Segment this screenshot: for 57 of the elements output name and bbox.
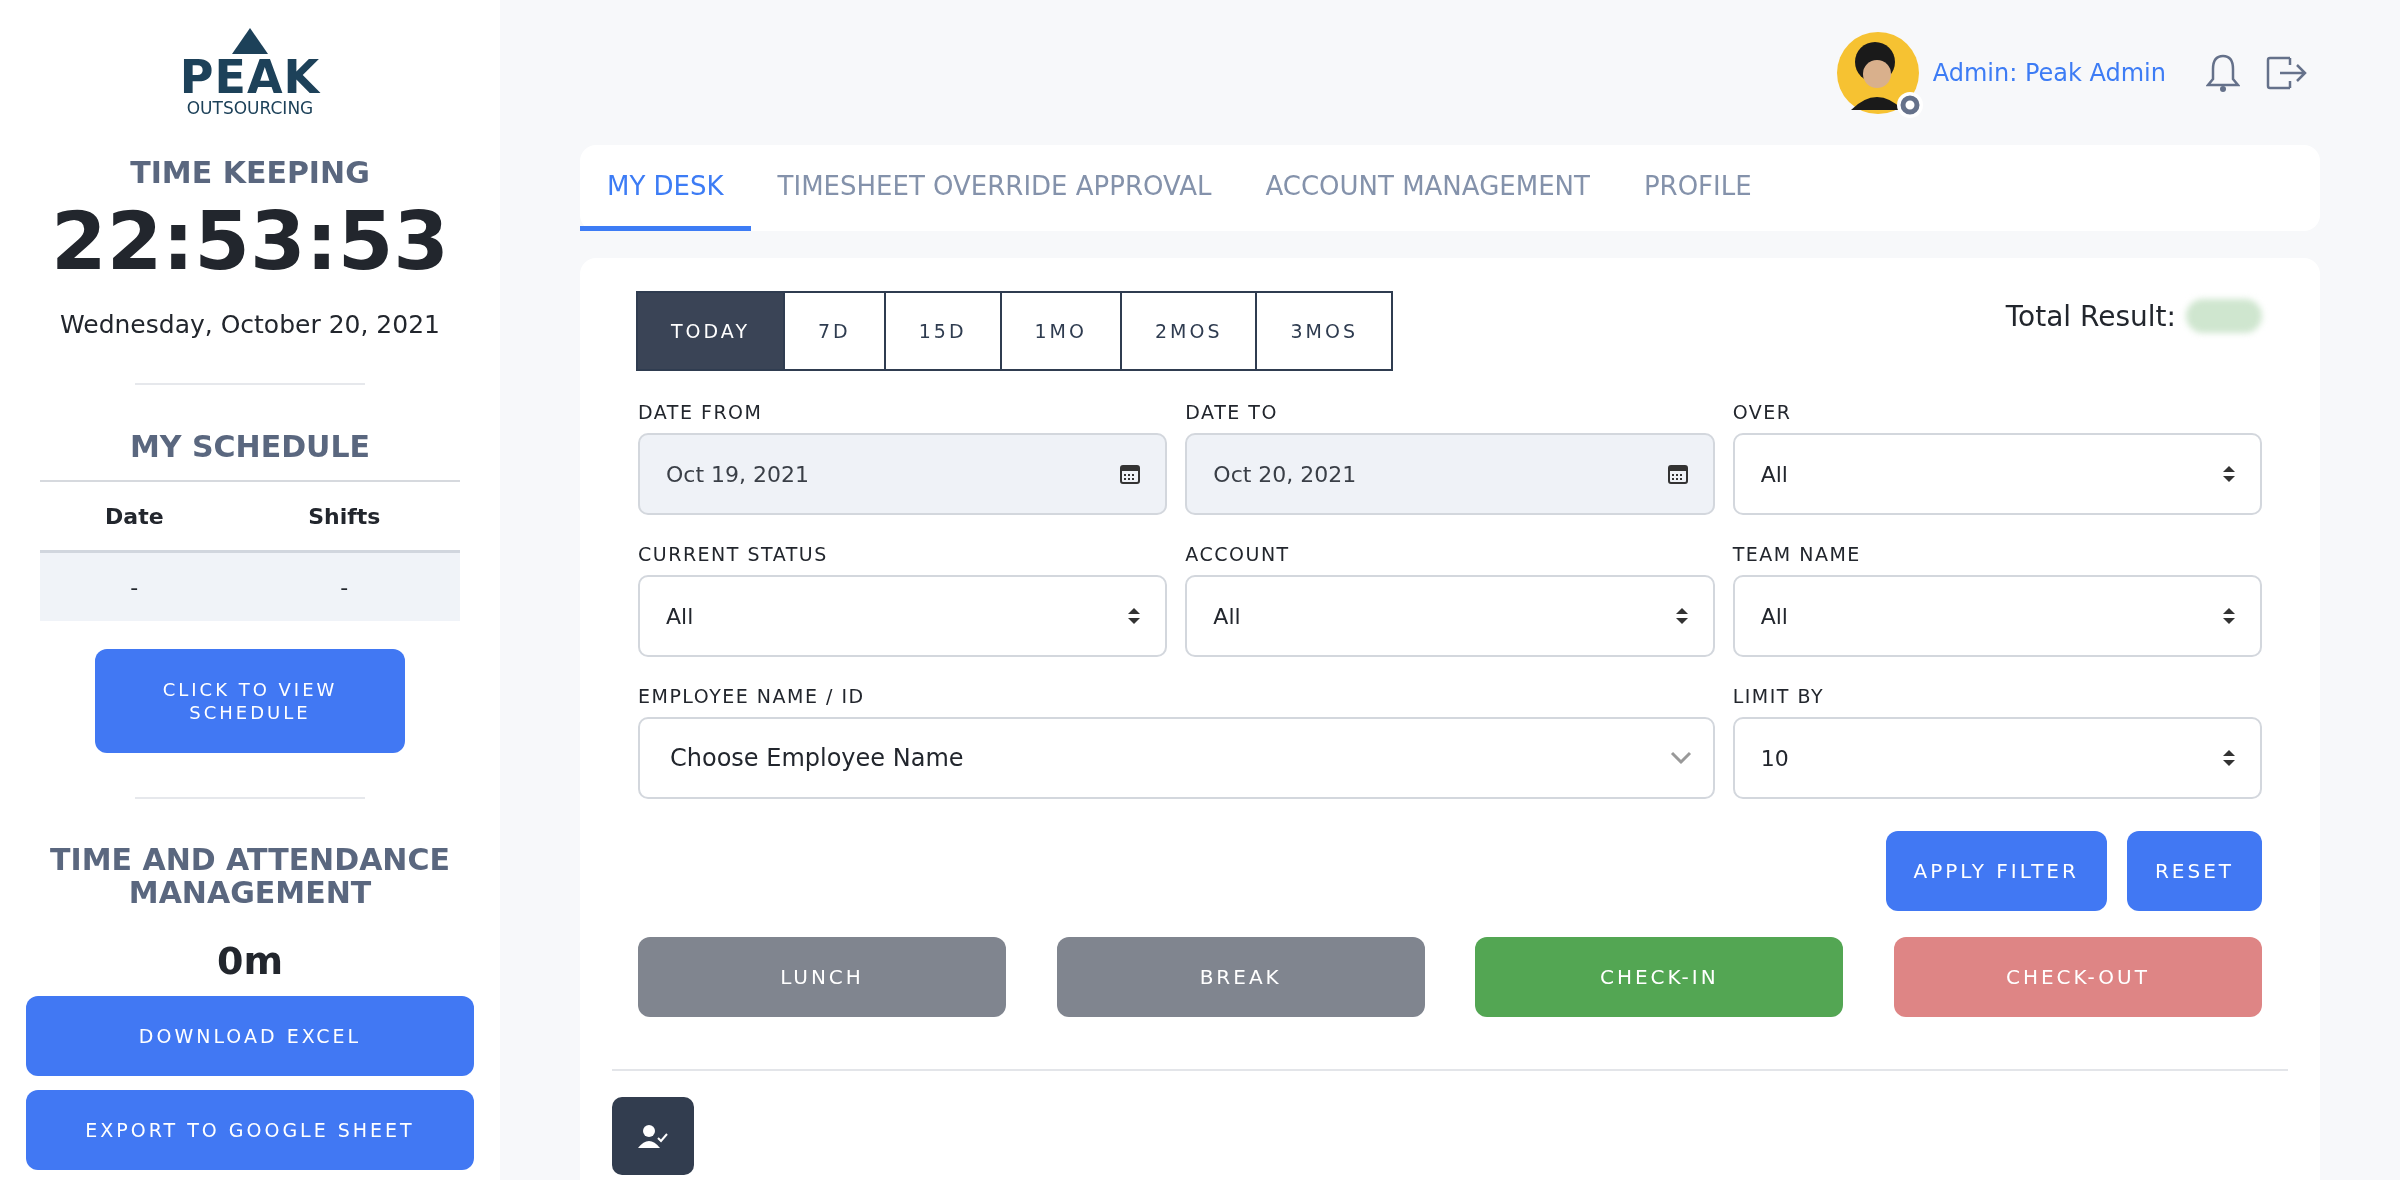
chevron-down-icon bbox=[1668, 750, 1693, 766]
date-field[interactable]: Oct 20, 2021 bbox=[1185, 433, 1715, 515]
attendance-total: 0m bbox=[216, 939, 283, 983]
filter-button[interactable]: APPLY FILTER bbox=[1885, 831, 2107, 911]
calendar-icon bbox=[1119, 463, 1142, 485]
field-label: CURRENT STATUS bbox=[638, 543, 829, 565]
tab[interactable]: MY DESK bbox=[580, 145, 751, 231]
select-field[interactable]: 10 bbox=[1732, 717, 2262, 799]
clock: 22:53:53 bbox=[51, 198, 449, 286]
select-field[interactable]: All bbox=[638, 575, 1168, 657]
period-button[interactable]: 2MOS bbox=[1119, 291, 1258, 371]
status-badge-icon bbox=[1896, 91, 1923, 118]
current-date: Wednesday, October 20, 2021 bbox=[60, 310, 440, 339]
date-field[interactable]: Oct 19, 2021 bbox=[638, 433, 1168, 515]
sort-arrows-icon bbox=[2222, 749, 2236, 767]
peak-logo-icon bbox=[230, 28, 270, 54]
table-cell: - bbox=[228, 551, 460, 621]
sort-arrows-icon bbox=[1127, 607, 1142, 625]
section-title: TIME AND ATTENDANCE MANAGEMENT bbox=[50, 843, 450, 909]
field-label: ACCOUNT bbox=[1185, 543, 1291, 565]
sort-arrows-icon bbox=[1674, 607, 1689, 625]
user-check-icon bbox=[638, 1124, 668, 1148]
brand-tagline: OUTSOURCING bbox=[186, 100, 314, 117]
field-label: TEAM NAME bbox=[1732, 543, 1862, 565]
brand-name: PEAK bbox=[179, 54, 321, 100]
field-label: OVER bbox=[1732, 401, 1793, 423]
period-button[interactable]: 3MOS bbox=[1255, 291, 1393, 371]
select-field[interactable]: All bbox=[1732, 433, 2262, 515]
field-label: EMPLOYEE NAME / ID bbox=[638, 685, 866, 707]
user-label[interactable]: Admin: Peak Admin bbox=[1932, 58, 2166, 87]
select-field[interactable]: All bbox=[1732, 575, 2262, 657]
filter-button[interactable]: RESET bbox=[2126, 831, 2262, 911]
period-button[interactable]: 15D bbox=[883, 291, 1002, 371]
field-label: DATE TO bbox=[1185, 401, 1279, 423]
section-title: TIME KEEPING bbox=[130, 155, 370, 190]
calendar-icon bbox=[1666, 463, 1689, 485]
avatar[interactable] bbox=[1836, 31, 1919, 114]
period-button[interactable]: TODAY bbox=[636, 291, 785, 371]
action-button[interactable]: LUNCH bbox=[638, 937, 1006, 1017]
logout-icon[interactable] bbox=[2266, 55, 2308, 90]
notification-bell-icon[interactable] bbox=[2206, 52, 2240, 93]
table-cell: - bbox=[40, 551, 229, 621]
field-label: DATE FROM bbox=[638, 401, 764, 423]
sort-arrows-icon bbox=[2222, 465, 2236, 483]
action-button[interactable]: BREAK bbox=[1056, 937, 1425, 1017]
field-label: LIMIT BY bbox=[1732, 685, 1826, 707]
export-button[interactable]: EXPORT TO GOOGLE SHEET bbox=[26, 1090, 474, 1170]
sort-arrows-icon bbox=[2222, 607, 2236, 625]
period-button[interactable]: 7D bbox=[783, 291, 886, 371]
view-schedule-button[interactable]: CLICK TO VIEW SCHEDULE bbox=[95, 649, 405, 753]
select-field[interactable]: Choose Employee Name bbox=[638, 717, 1715, 799]
user-check-button[interactable] bbox=[612, 1097, 694, 1175]
section-title: MY SCHEDULE bbox=[129, 429, 371, 464]
period-button[interactable]: 1MO bbox=[999, 291, 1122, 371]
total-result-label: Total Result: bbox=[2005, 299, 2176, 333]
export-button[interactable]: DOWNLOAD EXCEL bbox=[26, 996, 474, 1076]
select-field[interactable]: All bbox=[1185, 575, 1715, 657]
